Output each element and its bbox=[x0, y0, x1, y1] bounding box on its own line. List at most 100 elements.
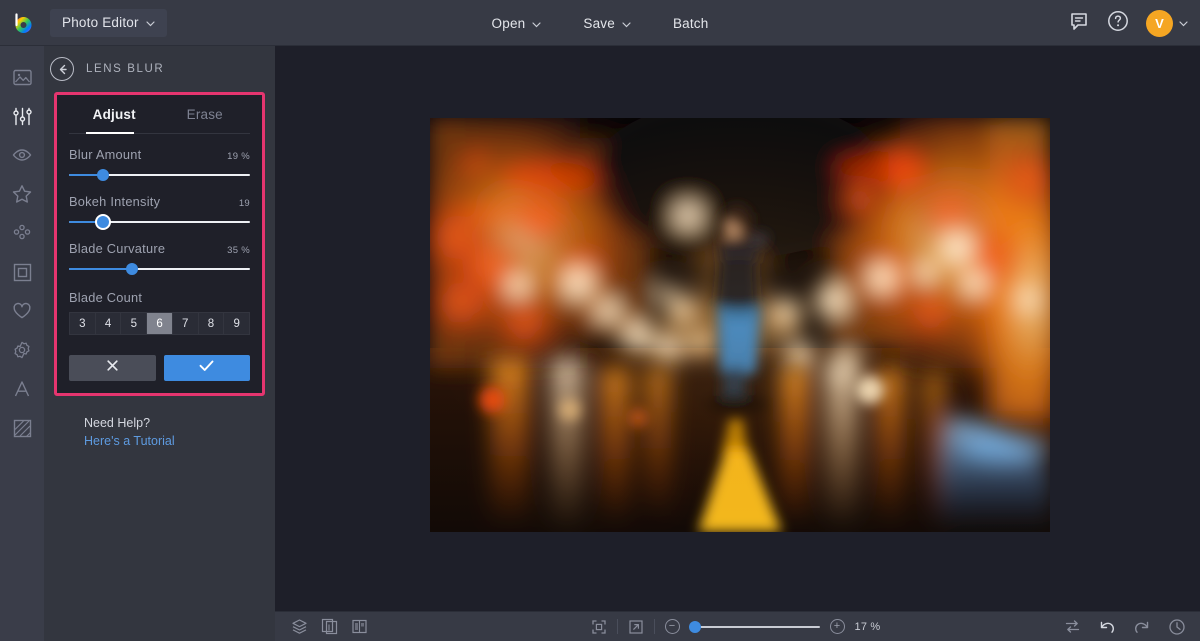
avatar-initial: V bbox=[1155, 16, 1164, 31]
zoom-slider[interactable] bbox=[690, 621, 820, 633]
panel-actions bbox=[69, 355, 250, 381]
undo-icon[interactable] bbox=[1098, 618, 1116, 636]
panel-header: LENS BLUR bbox=[44, 46, 275, 92]
bokeh-intensity-label: Bokeh Intensity bbox=[69, 194, 160, 209]
lens-blur-controls: Adjust Erase Blur Amount 19 % bbox=[57, 95, 262, 393]
chevron-down-icon bbox=[622, 16, 631, 31]
confirm-button[interactable] bbox=[164, 355, 251, 381]
panel-tabs: Adjust Erase bbox=[69, 95, 250, 134]
swap-icon[interactable] bbox=[1064, 618, 1081, 635]
batch-label: Batch bbox=[673, 16, 709, 31]
blur-amount-value: 19 % bbox=[227, 151, 250, 162]
sidebar-item-retouch[interactable] bbox=[0, 138, 44, 177]
toolbar-divider bbox=[617, 619, 618, 634]
slider-fill bbox=[69, 268, 132, 270]
tab-adjust[interactable]: Adjust bbox=[69, 95, 160, 133]
blade-count-selector: 3 4 5 6 7 8 9 bbox=[69, 312, 250, 335]
avatar[interactable]: V bbox=[1146, 10, 1173, 37]
blur-amount-slider[interactable] bbox=[69, 169, 250, 181]
slider-handle[interactable] bbox=[97, 216, 109, 228]
batch-button[interactable]: Batch bbox=[660, 9, 722, 37]
photo-editor-window: Photo Editor Open Save Batch bbox=[0, 0, 1200, 641]
open-label: Open bbox=[492, 16, 526, 31]
bokeh-intensity-value: 19 bbox=[239, 198, 250, 209]
blade-count-option-9[interactable]: 9 bbox=[223, 312, 250, 335]
text-a-icon bbox=[11, 378, 33, 405]
sidebar-item-adjust[interactable] bbox=[0, 99, 44, 138]
sidebar-item-effects[interactable] bbox=[0, 177, 44, 216]
active-tab-indicator bbox=[86, 132, 134, 134]
slider-handle[interactable] bbox=[97, 169, 109, 181]
expand-arrow-icon[interactable] bbox=[628, 619, 644, 635]
tool-sidebar bbox=[0, 46, 44, 641]
chevron-down-icon bbox=[532, 16, 541, 31]
blur-amount-label: Blur Amount bbox=[69, 147, 141, 162]
chevron-down-icon bbox=[146, 15, 155, 30]
app-switcher-label: Photo Editor bbox=[62, 15, 139, 30]
bokeh-dots-icon bbox=[11, 222, 33, 249]
tab-erase[interactable]: Erase bbox=[160, 95, 251, 133]
app-switcher-menu[interactable]: Photo Editor bbox=[50, 9, 167, 37]
comment-icon[interactable] bbox=[1068, 10, 1090, 37]
zoom-percent-label: 17 % bbox=[855, 621, 885, 633]
checkmark-icon bbox=[198, 358, 215, 378]
blade-count-option-4[interactable]: 4 bbox=[95, 312, 121, 335]
app-logo[interactable] bbox=[0, 0, 46, 46]
control-blade-curvature: Blade Curvature 35 % bbox=[69, 241, 250, 275]
zoom-in-button[interactable]: + bbox=[830, 619, 845, 634]
photo-preview[interactable] bbox=[430, 118, 1050, 532]
back-arrow-circle-icon[interactable] bbox=[50, 57, 74, 81]
heart-icon bbox=[11, 300, 33, 327]
cancel-button[interactable] bbox=[69, 355, 156, 381]
close-x-icon bbox=[105, 358, 120, 378]
blade-curvature-value: 35 % bbox=[227, 245, 250, 256]
sidebar-item-favorites[interactable] bbox=[0, 294, 44, 333]
badge-icon bbox=[11, 339, 33, 366]
zoom-controls: − + 17 % bbox=[275, 619, 1200, 635]
blade-curvature-label: Blade Curvature bbox=[69, 241, 165, 256]
control-blur-amount: Blur Amount 19 % bbox=[69, 147, 250, 181]
blade-curvature-slider[interactable] bbox=[69, 263, 250, 275]
control-bokeh-intensity: Bokeh Intensity 19 bbox=[69, 194, 250, 228]
sliders-icon bbox=[12, 106, 33, 132]
history-clock-icon[interactable] bbox=[1168, 618, 1186, 636]
save-button[interactable]: Save bbox=[570, 9, 644, 37]
question-circle-icon[interactable] bbox=[1106, 9, 1130, 38]
redo-icon[interactable] bbox=[1133, 618, 1151, 636]
star-icon bbox=[11, 183, 33, 210]
blade-count-option-7[interactable]: 7 bbox=[172, 312, 198, 335]
open-button[interactable]: Open bbox=[479, 9, 555, 37]
toolbar-divider bbox=[654, 619, 655, 634]
top-toolbar-right: V bbox=[1068, 0, 1188, 46]
bottom-toolbar-right bbox=[1064, 618, 1186, 636]
fit-to-screen-icon[interactable] bbox=[591, 619, 607, 635]
chevron-down-icon[interactable] bbox=[1179, 14, 1188, 32]
top-toolbar-center: Open Save Batch bbox=[0, 0, 1200, 46]
tab-adjust-label: Adjust bbox=[93, 107, 136, 122]
slider-handle[interactable] bbox=[126, 263, 138, 275]
zoom-slider-track bbox=[690, 626, 820, 628]
blade-count-option-5[interactable]: 5 bbox=[120, 312, 146, 335]
bokeh-intensity-slider[interactable] bbox=[69, 216, 250, 228]
blade-count-option-8[interactable]: 8 bbox=[198, 312, 224, 335]
photo-image bbox=[430, 118, 1050, 532]
tutorial-link[interactable]: Here's a Tutorial bbox=[84, 434, 275, 448]
sidebar-item-overlays[interactable] bbox=[0, 216, 44, 255]
canvas-area[interactable] bbox=[275, 46, 1200, 611]
sidebar-item-frames[interactable] bbox=[0, 255, 44, 294]
help-section: Need Help? Here's a Tutorial bbox=[84, 416, 275, 448]
blade-count-label: Blade Count bbox=[69, 290, 250, 305]
sidebar-item-photo[interactable] bbox=[0, 60, 44, 99]
save-label: Save bbox=[583, 16, 615, 31]
square-frame-icon bbox=[12, 262, 33, 288]
texture-icon bbox=[12, 418, 33, 444]
top-toolbar: Photo Editor Open Save Batch bbox=[0, 0, 1200, 46]
bottom-toolbar: − + 17 % bbox=[275, 611, 1200, 641]
blade-count-option-6[interactable]: 6 bbox=[146, 312, 172, 335]
sidebar-item-textures[interactable] bbox=[0, 411, 44, 450]
zoom-out-button[interactable]: − bbox=[665, 619, 680, 634]
sidebar-item-stickers[interactable] bbox=[0, 333, 44, 372]
zoom-slider-handle[interactable] bbox=[689, 621, 701, 633]
sidebar-item-text[interactable] bbox=[0, 372, 44, 411]
blade-count-option-3[interactable]: 3 bbox=[69, 312, 95, 335]
